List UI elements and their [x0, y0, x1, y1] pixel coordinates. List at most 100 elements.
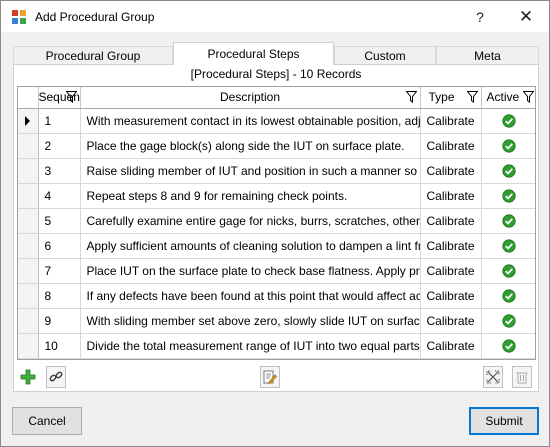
- active-cell[interactable]: [481, 183, 535, 209]
- steps-grid[interactable]: Sequenc Description Type Active: [17, 86, 536, 360]
- active-check-icon: [502, 314, 516, 328]
- filter-icon[interactable]: [522, 91, 534, 103]
- row-selector[interactable]: [18, 183, 39, 209]
- add-step-button[interactable]: [18, 366, 38, 388]
- link-icon: [49, 371, 63, 382]
- description-cell[interactable]: Place the gage block(s) along side the I…: [80, 133, 421, 159]
- sequence-cell[interactable]: 9: [38, 308, 81, 334]
- row-selector[interactable]: [18, 333, 39, 359]
- table-row[interactable]: 6 Apply sufficient amounts of cleaning so…: [18, 233, 535, 259]
- close-button[interactable]: ✕: [503, 1, 549, 32]
- row-selector[interactable]: [18, 283, 39, 309]
- row-selector[interactable]: [18, 258, 39, 284]
- description-cell[interactable]: Apply sufficient amounts of cleaning sol…: [80, 233, 421, 259]
- active-cell[interactable]: [481, 283, 535, 309]
- column-header-active[interactable]: Active: [481, 87, 535, 109]
- column-header-label: Description: [219, 90, 281, 105]
- table-row[interactable]: 2 Place the gage block(s) along side the …: [18, 133, 535, 159]
- dialog-window: Add Procedural Group ? ✕ Procedural Grou…: [0, 0, 550, 447]
- filter-icon[interactable]: [65, 91, 77, 103]
- tab-procedural-steps[interactable]: Procedural Steps: [173, 42, 334, 65]
- type-cell[interactable]: Calibrate: [420, 308, 482, 334]
- type-cell[interactable]: Calibrate: [420, 158, 482, 184]
- edit-icon: [263, 370, 277, 384]
- description-cell[interactable]: With measurement contact in its lowest o…: [80, 108, 421, 134]
- type-cell[interactable]: Calibrate: [420, 183, 482, 209]
- table-row[interactable]: 1 With measurement contact in its lowest …: [18, 108, 535, 134]
- edit-step-button[interactable]: [260, 366, 280, 388]
- active-check-icon: [502, 264, 516, 278]
- table-row[interactable]: 7 Place IUT on the surface plate to check…: [18, 258, 535, 284]
- description-cell[interactable]: Repeat steps 8 and 9 for remaining check…: [80, 183, 421, 209]
- active-check-icon: [502, 114, 516, 128]
- description-cell[interactable]: Place IUT on the surface plate to check …: [80, 258, 421, 284]
- sequence-cell[interactable]: 7: [38, 258, 81, 284]
- row-selector[interactable]: [18, 308, 39, 334]
- table-row[interactable]: 8 If any defects have been found at this …: [18, 283, 535, 309]
- grid-caption: [Procedural Steps] - 10 Records: [190, 67, 362, 81]
- table-row[interactable]: 4 Repeat steps 8 and 9 for remaining chec…: [18, 183, 535, 209]
- delete-icon: [516, 372, 528, 384]
- column-header-label: Active: [486, 90, 520, 105]
- sequence-cell[interactable]: 10: [38, 333, 81, 359]
- type-cell[interactable]: Calibrate: [420, 233, 482, 259]
- description-cell[interactable]: With sliding member set above zero, slow…: [80, 308, 421, 334]
- active-check-icon: [502, 189, 516, 203]
- type-cell[interactable]: Calibrate: [420, 333, 482, 359]
- sequence-cell[interactable]: 6: [38, 233, 81, 259]
- row-selector[interactable]: [18, 158, 39, 184]
- active-cell[interactable]: [481, 108, 535, 134]
- active-check-icon: [502, 239, 516, 253]
- sequence-cell[interactable]: 1: [38, 108, 81, 134]
- add-icon: [20, 369, 36, 385]
- table-row[interactable]: 3 Raise sliding member of IUT and positio…: [18, 158, 535, 184]
- row-selector[interactable]: [18, 133, 39, 159]
- active-cell[interactable]: [481, 233, 535, 259]
- tab-meta[interactable]: Meta: [436, 46, 539, 65]
- type-cell[interactable]: Calibrate: [420, 208, 482, 234]
- filter-icon[interactable]: [466, 91, 478, 103]
- row-selector[interactable]: [18, 233, 39, 259]
- link-step-button[interactable]: [46, 366, 66, 388]
- submit-button[interactable]: Submit: [469, 407, 539, 435]
- table-row[interactable]: 9 With sliding member set above zero, slo…: [18, 308, 535, 334]
- expand-button[interactable]: [483, 366, 503, 388]
- active-cell[interactable]: [481, 308, 535, 334]
- active-cell[interactable]: [481, 208, 535, 234]
- help-button[interactable]: ?: [457, 1, 503, 32]
- sequence-cell[interactable]: 3: [38, 158, 81, 184]
- row-selector[interactable]: [18, 208, 39, 234]
- procedural-steps-panel: [Procedural Steps] - 10 Records Sequenc: [13, 64, 539, 392]
- sequence-cell[interactable]: 5: [38, 208, 81, 234]
- table-row[interactable]: 10 Divide the total measurement range of …: [18, 333, 535, 359]
- type-cell[interactable]: Calibrate: [420, 283, 482, 309]
- delete-step-button[interactable]: [512, 366, 532, 388]
- sequence-cell[interactable]: 2: [38, 133, 81, 159]
- tab-procedural-group[interactable]: Procedural Group: [13, 46, 173, 65]
- row-selector[interactable]: [18, 108, 39, 134]
- active-check-icon: [502, 139, 516, 153]
- type-cell[interactable]: Calibrate: [420, 133, 482, 159]
- description-cell[interactable]: If any defects have been found at this p…: [80, 283, 421, 309]
- table-row[interactable]: 5 Carefully examine entire gage for nicks…: [18, 208, 535, 234]
- description-cell[interactable]: Divide the total measurement range of IU…: [80, 333, 421, 359]
- active-cell[interactable]: [481, 158, 535, 184]
- expand-icon: [486, 370, 500, 384]
- cancel-button[interactable]: Cancel: [12, 407, 82, 435]
- type-cell[interactable]: Calibrate: [420, 258, 482, 284]
- description-cell[interactable]: Raise sliding member of IUT and position…: [80, 158, 421, 184]
- sequence-cell[interactable]: 8: [38, 283, 81, 309]
- column-header-label: Type: [428, 90, 455, 105]
- column-header-description[interactable]: Description: [80, 87, 421, 109]
- active-check-icon: [502, 164, 516, 178]
- active-cell[interactable]: [481, 258, 535, 284]
- column-header-type[interactable]: Type: [420, 87, 482, 109]
- filter-icon[interactable]: [405, 91, 417, 103]
- active-cell[interactable]: [481, 133, 535, 159]
- description-cell[interactable]: Carefully examine entire gage for nicks,…: [80, 208, 421, 234]
- active-cell[interactable]: [481, 333, 535, 359]
- tab-custom[interactable]: Custom: [334, 46, 436, 65]
- type-cell[interactable]: Calibrate: [420, 108, 482, 134]
- sequence-cell[interactable]: 4: [38, 183, 81, 209]
- column-header-sequence[interactable]: Sequenc: [38, 87, 81, 109]
